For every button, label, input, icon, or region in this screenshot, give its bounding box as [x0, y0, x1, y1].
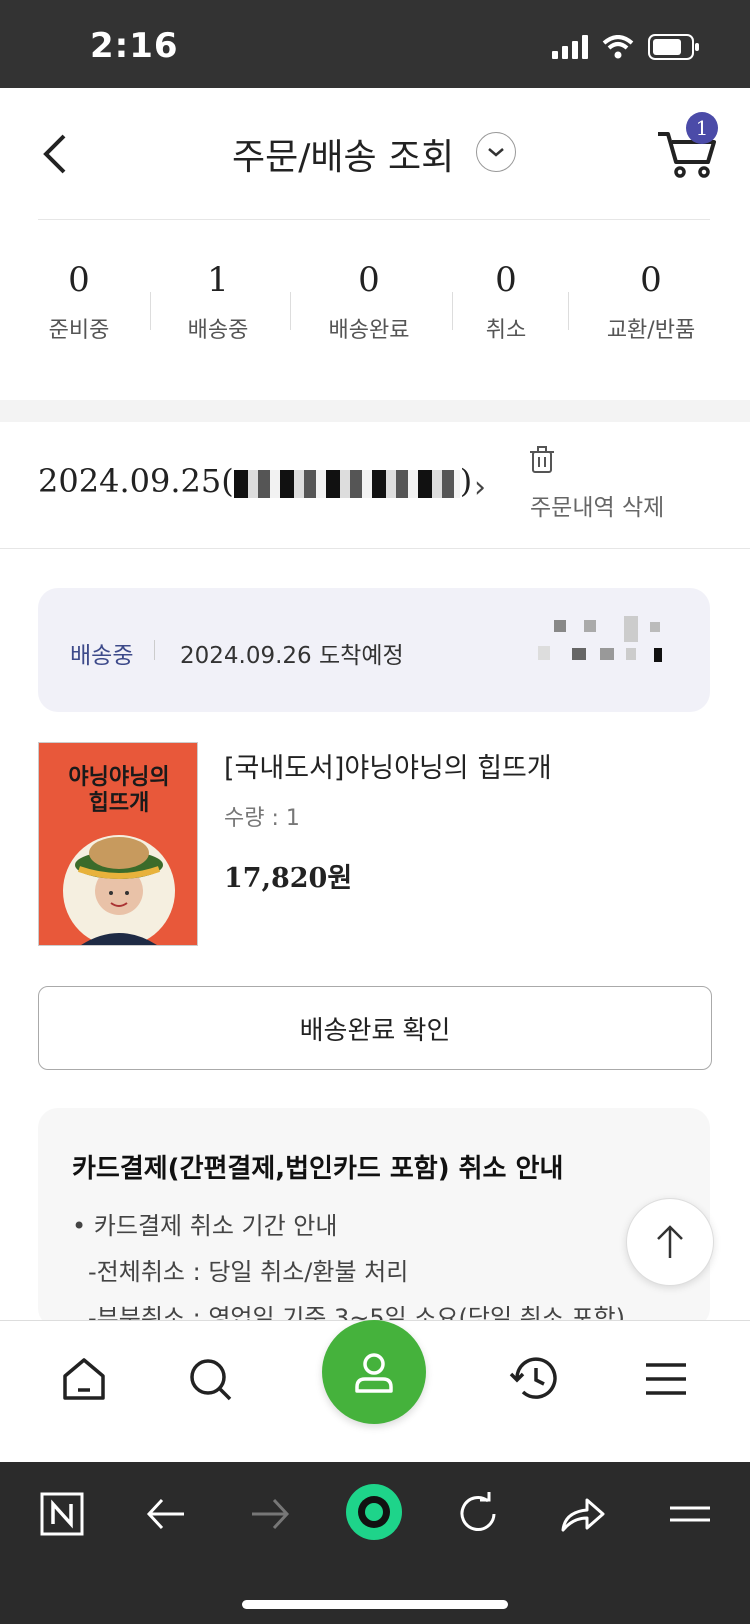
- order-detail-link[interactable]: 2024.09.25() ›: [0, 422, 500, 548]
- naver-logo-icon: [40, 1492, 84, 1536]
- chevron-right-icon: ›: [474, 470, 486, 505]
- tab-search[interactable]: [178, 1347, 242, 1411]
- status-bar: 2:16: [0, 0, 750, 88]
- browser-menu-button[interactable]: [660, 1484, 720, 1544]
- notice-line: -전체취소 : 당일 취소/환불 처리: [88, 1258, 409, 1286]
- reload-icon: [460, 1492, 496, 1531]
- tab-menu[interactable]: [634, 1347, 698, 1411]
- title-dropdown-toggle[interactable]: [476, 132, 516, 172]
- count-shipping[interactable]: 1 배송중: [172, 260, 264, 344]
- count-label: 취소: [485, 318, 527, 343]
- count-label: 교환/반품: [606, 318, 696, 343]
- order-date: 2024.09.25(): [38, 462, 472, 500]
- signal-icon: [552, 35, 588, 59]
- share-icon: [561, 1498, 605, 1532]
- product-name[interactable]: [국내도서]야닝야닝의 힙뜨개: [224, 746, 552, 785]
- cover-title-line: 야닝야닝의: [68, 765, 170, 790]
- count-cancelled[interactable]: 0 취소: [476, 260, 536, 344]
- product-price: 17,820원: [224, 863, 353, 894]
- wifi-icon: [602, 35, 634, 59]
- delete-order-button[interactable]: 주문내역 삭제: [530, 446, 690, 526]
- count-number: 0: [640, 260, 662, 300]
- page-title: 주문/배송 조회: [232, 137, 455, 178]
- user-icon: [355, 1353, 393, 1393]
- chevron-left-icon: [43, 134, 66, 174]
- battery-icon: [648, 34, 699, 60]
- status-time: 2:16: [90, 26, 179, 66]
- green-dot-icon: [346, 1484, 402, 1540]
- confirm-delivery-button[interactable]: 배송완료 확인: [38, 986, 712, 1070]
- search-icon: [190, 1359, 232, 1401]
- order-date-text: 2024.09.25(: [38, 462, 234, 500]
- header: 주문/배송 조회: [0, 88, 750, 218]
- card-cancel-notice: 카드결제(간편결제,법인카드 포함) 취소 안내 • 카드결제 취소 기간 안내…: [38, 1108, 710, 1328]
- count-divider: [150, 292, 151, 330]
- browser-share-button[interactable]: [552, 1484, 612, 1544]
- count-number: 0: [68, 260, 90, 300]
- tab-my-page[interactable]: [322, 1320, 426, 1424]
- count-label: 배송완료: [328, 318, 410, 343]
- tab-home[interactable]: [52, 1347, 116, 1411]
- browser-back-button[interactable]: [136, 1484, 196, 1544]
- count-exchange-return[interactable]: 0 교환/반품: [590, 260, 712, 344]
- header-divider: [38, 219, 710, 220]
- arrow-left-icon: [146, 1498, 184, 1530]
- browser-reload-button[interactable]: [448, 1484, 508, 1544]
- menu-icon: [670, 1506, 710, 1522]
- count-preparing[interactable]: 0 준비중: [38, 260, 120, 344]
- notice-title: 카드결제(간편결제,법인카드 포함) 취소 안내: [72, 1154, 564, 1184]
- browser-forward-button[interactable]: [240, 1484, 300, 1544]
- product-quantity: 수량 : 1: [224, 806, 300, 831]
- menu-icon: [646, 1363, 686, 1395]
- back-button[interactable]: [36, 124, 84, 184]
- count-number: 0: [358, 260, 380, 300]
- trash-icon: [530, 446, 554, 473]
- delete-order-label: 주문내역 삭제: [530, 495, 665, 521]
- count-number: 0: [495, 260, 517, 300]
- order-date-close: ): [459, 462, 473, 500]
- count-divider: [568, 292, 569, 330]
- count-divider: [452, 292, 453, 330]
- chevron-down-icon: [488, 148, 504, 157]
- count-delivered[interactable]: 0 배송완료: [314, 260, 424, 344]
- home-indicator: [242, 1600, 508, 1609]
- count-number: 1: [207, 260, 229, 300]
- order-header: 2024.09.25() › 주문내역 삭제: [0, 422, 750, 548]
- count-label: 준비중: [48, 318, 110, 343]
- shipping-eta: 2024.09.26 도착예정: [180, 643, 404, 669]
- cover-illustration: [63, 835, 175, 945]
- green-dot-button[interactable]: [344, 1482, 404, 1542]
- arrow-right-icon: [252, 1498, 290, 1530]
- naver-home-button[interactable]: [32, 1484, 92, 1544]
- order-divider: [0, 548, 750, 549]
- order-status-summary: 0 준비중 1 배송중 0 배송완료 0 취소 0 교환/반품: [0, 260, 750, 360]
- cart-count-badge: 1: [686, 112, 718, 144]
- count-label: 배송중: [187, 318, 249, 343]
- arrow-up-icon: [657, 1225, 683, 1258]
- home-icon: [63, 1358, 105, 1400]
- order-number-redacted: [233, 469, 460, 498]
- count-divider: [290, 292, 291, 330]
- tab-history[interactable]: [504, 1347, 568, 1411]
- scroll-to-top-button[interactable]: [626, 1198, 714, 1286]
- shipping-divider: [154, 640, 155, 660]
- product-cover-image[interactable]: 야닝야닝의 힙뜨개: [38, 742, 198, 946]
- notice-bullet: • 카드결제 취소 기간 안내: [72, 1212, 338, 1240]
- shipping-status: 배송중: [70, 643, 134, 669]
- redacted-info: [538, 616, 678, 684]
- history-icon: [509, 1357, 557, 1399]
- shipping-status-card: 배송중 2024.09.26 도착예정: [38, 588, 710, 712]
- status-icons: [552, 34, 700, 60]
- cover-title: 야닝야닝의 힙뜨개: [39, 765, 197, 817]
- section-spacer: [0, 400, 750, 422]
